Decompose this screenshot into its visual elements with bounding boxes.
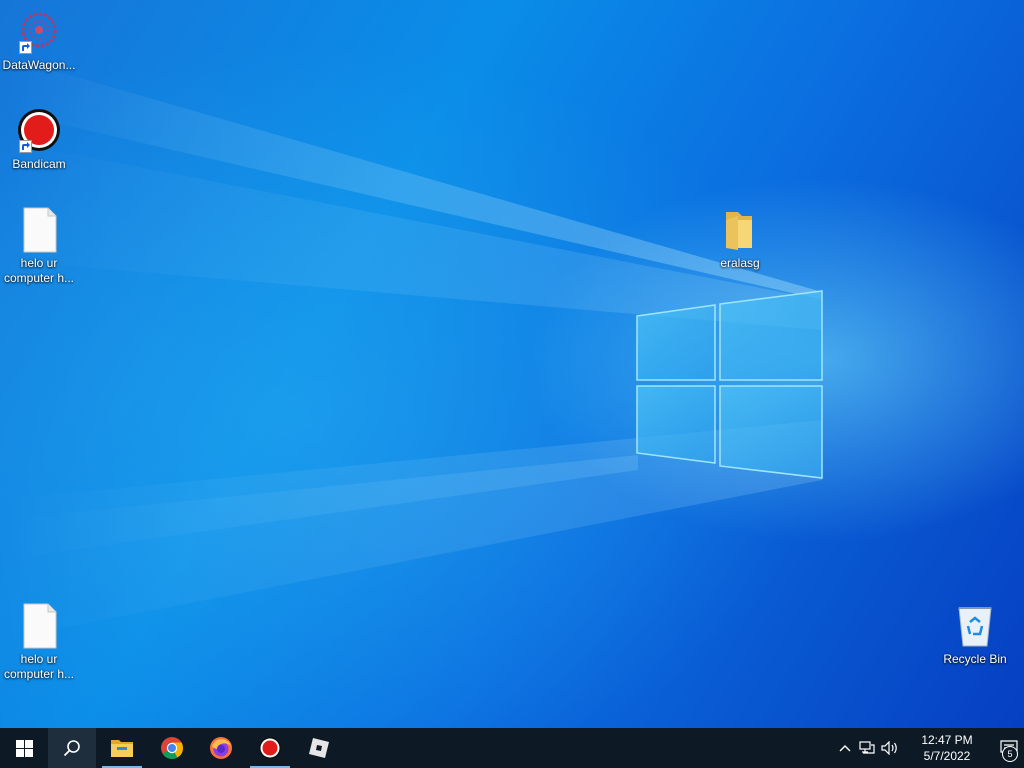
clock-date: 5/7/2022 xyxy=(923,749,971,763)
desktop-icon-label: eralasg xyxy=(720,256,760,270)
chrome-button[interactable] xyxy=(148,728,196,768)
windows-logo-icon xyxy=(15,739,33,757)
text-file-icon xyxy=(15,602,63,650)
recycle-bin-icon xyxy=(951,602,999,650)
shortcut-arrow-icon xyxy=(19,140,32,153)
system-tray: 12:47 PM 5/7/2022 5 xyxy=(834,728,1024,768)
file-explorer-icon xyxy=(111,740,133,757)
text-file-icon xyxy=(15,206,63,254)
desktop-icon-bandicam[interactable]: Bandicam xyxy=(1,107,77,172)
desktop-icon-folder[interactable]: eralasg xyxy=(702,206,778,271)
desktop-icon-recycle-bin[interactable]: Recycle Bin xyxy=(937,602,1013,667)
desktop-icon-label: helo ur computer h... xyxy=(3,652,75,681)
desktop-icon-label: DataWagon... xyxy=(2,58,76,72)
desktop[interactable]: DataWagon... Bandicam helo ur computer h… xyxy=(0,0,1024,728)
clock-time: 12:47 PM xyxy=(921,733,973,747)
start-button[interactable] xyxy=(0,728,48,768)
clock[interactable]: 12:47 PM 5/7/2022 xyxy=(904,728,990,768)
desktop-icon-text-file[interactable]: helo ur computer h... xyxy=(1,206,77,286)
bandicam-icon xyxy=(15,107,63,155)
notification-count-badge: 5 xyxy=(1002,746,1018,762)
firefox-button[interactable] xyxy=(197,728,245,768)
datawagon-icon xyxy=(15,8,63,56)
network-button[interactable] xyxy=(856,728,878,768)
wallpaper-windows-logo xyxy=(0,55,823,640)
file-explorer-button[interactable] xyxy=(98,728,146,768)
shortcut-arrow-icon xyxy=(19,41,32,54)
search-button[interactable] xyxy=(48,728,96,768)
taskbar: 12:47 PM 5/7/2022 5 xyxy=(0,728,1024,768)
chevron-up-icon xyxy=(839,745,851,752)
desktop-icon-datawagon[interactable]: DataWagon... xyxy=(1,8,77,73)
search-icon xyxy=(63,740,80,757)
firefox-icon xyxy=(210,737,232,759)
volume-button[interactable] xyxy=(878,728,902,768)
show-hidden-icons-button[interactable] xyxy=(834,728,856,768)
network-icon xyxy=(859,741,875,754)
speaker-icon xyxy=(881,741,897,755)
desktop-icon-label: Bandicam xyxy=(12,157,66,171)
bandicam-button[interactable] xyxy=(246,728,294,768)
roblox-icon xyxy=(309,738,329,758)
bandicam-icon xyxy=(259,737,281,759)
action-center-button[interactable]: 5 xyxy=(994,728,1024,768)
folder-icon xyxy=(716,206,764,254)
desktop-icon-label: helo ur computer h... xyxy=(3,256,75,285)
chrome-icon xyxy=(161,737,183,759)
desktop-icon-text-file[interactable]: helo ur computer h... xyxy=(1,602,77,682)
roblox-button[interactable] xyxy=(295,728,343,768)
desktop-icon-label: Recycle Bin xyxy=(943,652,1007,666)
